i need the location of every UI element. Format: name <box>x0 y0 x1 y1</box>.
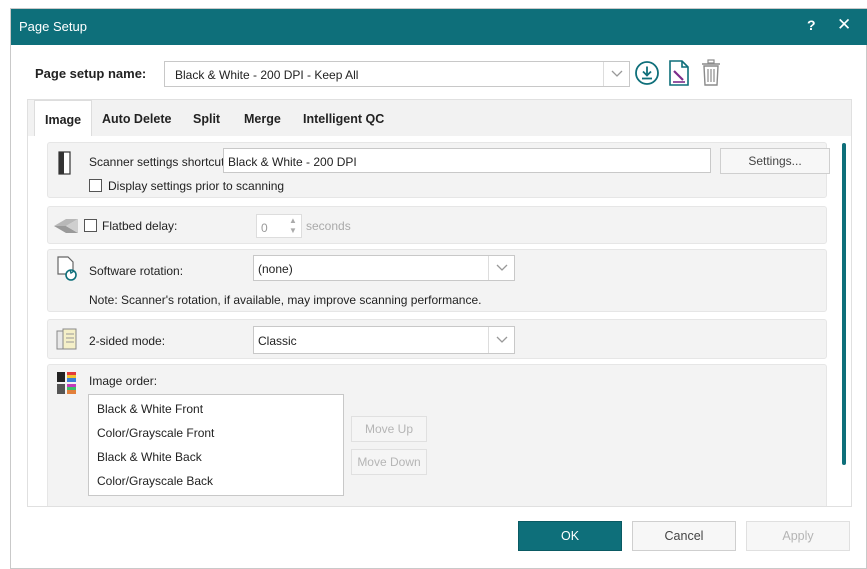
scanner-shortcut-field[interactable]: Black & White - 200 DPI <box>223 148 711 173</box>
image-order-section: Image order: Black & White Front Color/G… <box>47 364 827 506</box>
tab-image[interactable]: Image <box>34 100 93 138</box>
list-item[interactable]: Black & White Back <box>97 450 202 464</box>
flatbed-delay-section: Flatbed delay: 0 ▲ ▼ seconds <box>47 206 827 244</box>
list-item[interactable]: Black & White Front <box>97 402 203 416</box>
scanner-shortcut-label: Scanner settings shortcut: <box>89 155 228 169</box>
two-sided-mode-section: 2-sided mode: Classic <box>47 319 827 359</box>
help-button[interactable]: ? <box>807 17 816 33</box>
settings-button[interactable]: Settings... <box>720 148 830 174</box>
two-sided-label: 2-sided mode: <box>89 334 166 348</box>
window-title: Page Setup <box>19 19 87 34</box>
apply-button[interactable]: Apply <box>746 521 850 551</box>
scanner-settings-section: Scanner settings shortcut: Black & White… <box>47 142 830 198</box>
list-item[interactable]: Color/Grayscale Back <box>97 474 213 488</box>
display-settings-checkbox[interactable] <box>89 179 102 192</box>
move-down-button[interactable]: Move Down <box>351 449 427 475</box>
display-settings-label: Display settings prior to scanning <box>108 179 285 193</box>
chevron-down-icon[interactable] <box>488 256 514 280</box>
list-item[interactable]: Color/Grayscale Front <box>97 426 214 440</box>
edit-document-icon[interactable] <box>668 60 690 89</box>
flatbed-delay-checkbox[interactable] <box>84 219 97 232</box>
page-setup-select[interactable]: Black & White - 200 DPI - Keep All <box>164 61 630 87</box>
image-tab-panel: Scanner settings shortcut: Black & White… <box>28 136 851 506</box>
two-sided-select[interactable]: Classic <box>253 326 515 354</box>
flatbed-scanner-icon <box>52 217 80 238</box>
tab-intelligent-qc[interactable]: Intelligent QC <box>293 100 394 138</box>
page-setup-label: Page setup name: <box>35 66 147 81</box>
move-up-button[interactable]: Move Up <box>351 416 427 442</box>
download-icon[interactable] <box>634 60 660 89</box>
software-rotation-section: Software rotation: (none) Note: Scanner'… <box>47 249 827 312</box>
flatbed-delay-value: 0 <box>261 221 268 235</box>
page-setup-value: Black & White - 200 DPI - Keep All <box>175 68 359 82</box>
title-bar: Page Setup ? ✕ <box>11 9 867 45</box>
chevron-down-icon[interactable] <box>603 62 629 86</box>
scanner-icon <box>58 151 72 178</box>
image-order-icon <box>56 371 78 398</box>
two-sided-value: Classic <box>258 334 297 348</box>
page-setup-dialog: Page Setup ? ✕ Page setup name: Black & … <box>10 8 867 569</box>
tab-split[interactable]: Split <box>183 100 230 138</box>
two-sided-icon <box>56 328 78 355</box>
image-order-list[interactable]: Black & White Front Color/Grayscale Fron… <box>88 394 344 496</box>
rotation-select[interactable]: (none) <box>253 255 515 281</box>
scanner-shortcut-value: Black & White - 200 DPI <box>228 155 357 169</box>
ok-button[interactable]: OK <box>518 521 622 551</box>
close-button[interactable]: ✕ <box>837 15 851 35</box>
rotation-value: (none) <box>258 262 293 276</box>
trash-icon[interactable] <box>701 59 721 90</box>
tab-merge[interactable]: Merge <box>234 100 291 138</box>
tab-auto-delete[interactable]: Auto Delete <box>92 100 181 138</box>
flatbed-delay-spinner[interactable]: 0 ▲ ▼ <box>256 214 302 238</box>
page-setup-row: Page setup name: Black & White - 200 DPI… <box>11 45 867 99</box>
image-order-label: Image order: <box>89 374 158 388</box>
flatbed-delay-label: Flatbed delay: <box>102 219 178 233</box>
cancel-button[interactable]: Cancel <box>632 521 736 551</box>
tab-strip: Image Auto Delete Split Merge Intelligen… <box>28 100 851 138</box>
rotation-icon <box>56 256 78 285</box>
chevron-down-icon[interactable] <box>488 327 514 353</box>
rotation-label: Software rotation: <box>89 264 184 278</box>
spinner-arrows-icon[interactable]: ▲ ▼ <box>289 216 297 236</box>
tab-container: Image Auto Delete Split Merge Intelligen… <box>27 99 852 507</box>
panel-scrollbar[interactable] <box>842 143 846 465</box>
rotation-note: Note: Scanner's rotation, if available, … <box>89 293 482 307</box>
flatbed-delay-unit: seconds <box>306 219 351 233</box>
